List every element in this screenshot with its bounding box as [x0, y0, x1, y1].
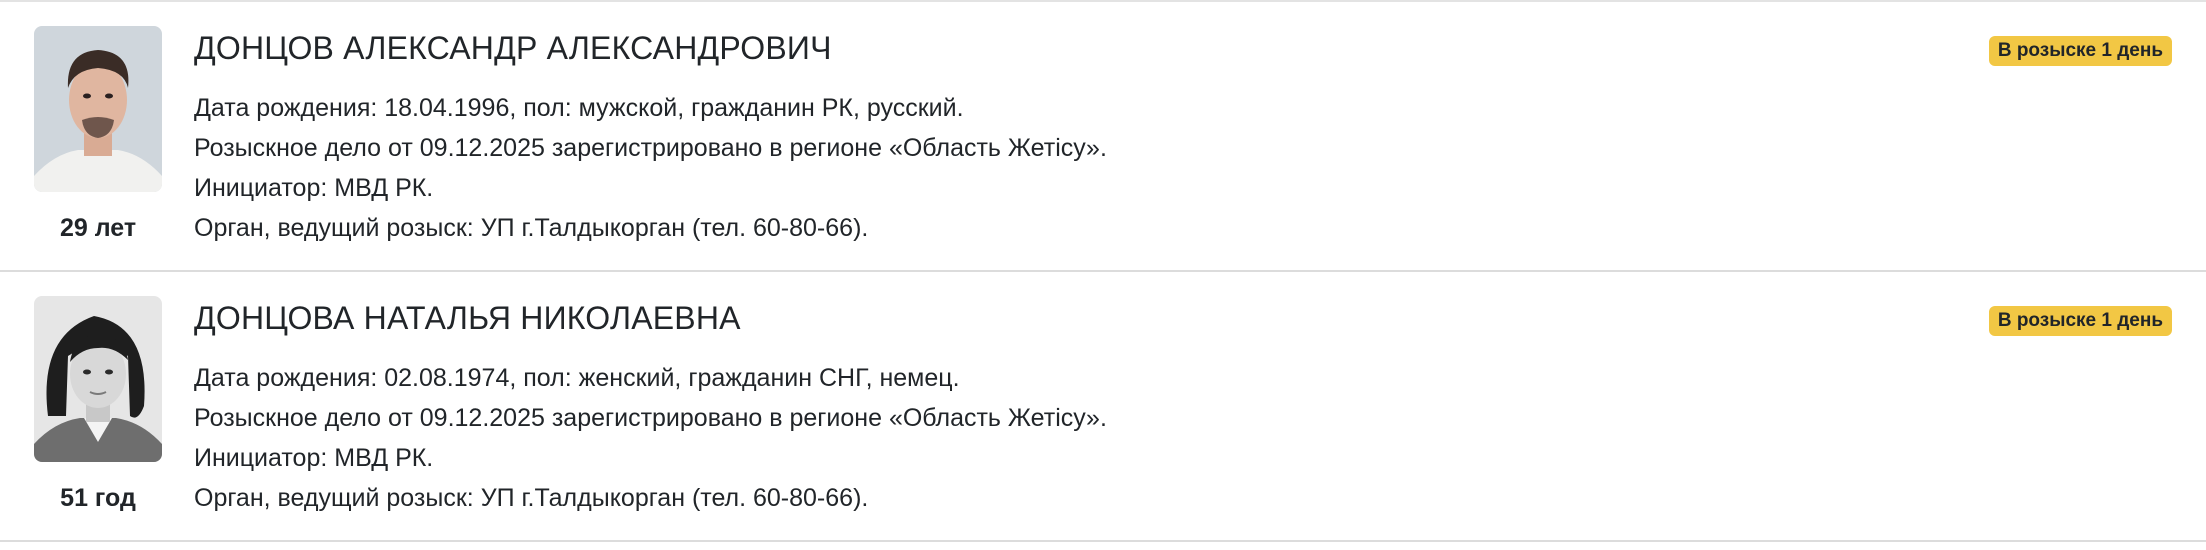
list-item[interactable]: 51 год ДОНЦОВА НАТАЛЬЯ НИКОЛАЕВНА Дата р… [0, 272, 2206, 542]
agency-info: Орган, ведущий розыск: УП г.Талдыкорган … [194, 214, 869, 242]
initiator-info: Инициатор: МВД РК. [194, 444, 434, 472]
birth-info: Дата рождения: 18.04.1996, пол: мужской,… [194, 94, 964, 122]
status-badge: В розыске 1 день [1988, 306, 2172, 336]
birth-info: Дата рождения: 02.08.1974, пол: женский,… [194, 364, 960, 392]
age-label: 29 лет [59, 214, 137, 242]
initiator-info: Инициатор: МВД РК. [194, 174, 434, 202]
agency-info: Орган, ведущий розыск: УП г.Талдыкорган … [194, 484, 869, 512]
person-photo[interactable] [34, 26, 162, 192]
case-info: Розыскное дело от 09.12.2025 зарегистрир… [194, 134, 1107, 162]
photo-column: 29 лет [34, 26, 162, 243]
person-photo[interactable] [34, 296, 162, 462]
case-info: Розыскное дело от 09.12.2025 зарегистрир… [194, 404, 1107, 432]
wanted-list: 29 лет ДОНЦОВ АЛЕКСАНДР АЛЕКСАНДРОВИЧ Да… [0, 0, 2206, 550]
photo-column: 51 год [34, 296, 162, 513]
person-name[interactable]: ДОНЦОВА НАТАЛЬЯ НИКОЛАЕВНА [194, 296, 2006, 340]
status-badge: В розыске 1 день [1988, 36, 2172, 66]
age-label: 51 год [60, 484, 136, 512]
record-info: ДОНЦОВ АЛЕКСАНДР АЛЕКСАНДРОВИЧ Дата рожд… [194, 26, 2006, 248]
record-info: ДОНЦОВА НАТАЛЬЯ НИКОЛАЕВНА Дата рождения… [194, 296, 2006, 518]
person-name[interactable]: ДОНЦОВ АЛЕКСАНДР АЛЕКСАНДРОВИЧ [194, 26, 2006, 70]
list-item[interactable]: 29 лет ДОНЦОВ АЛЕКСАНДР АЛЕКСАНДРОВИЧ Да… [0, 2, 2206, 272]
